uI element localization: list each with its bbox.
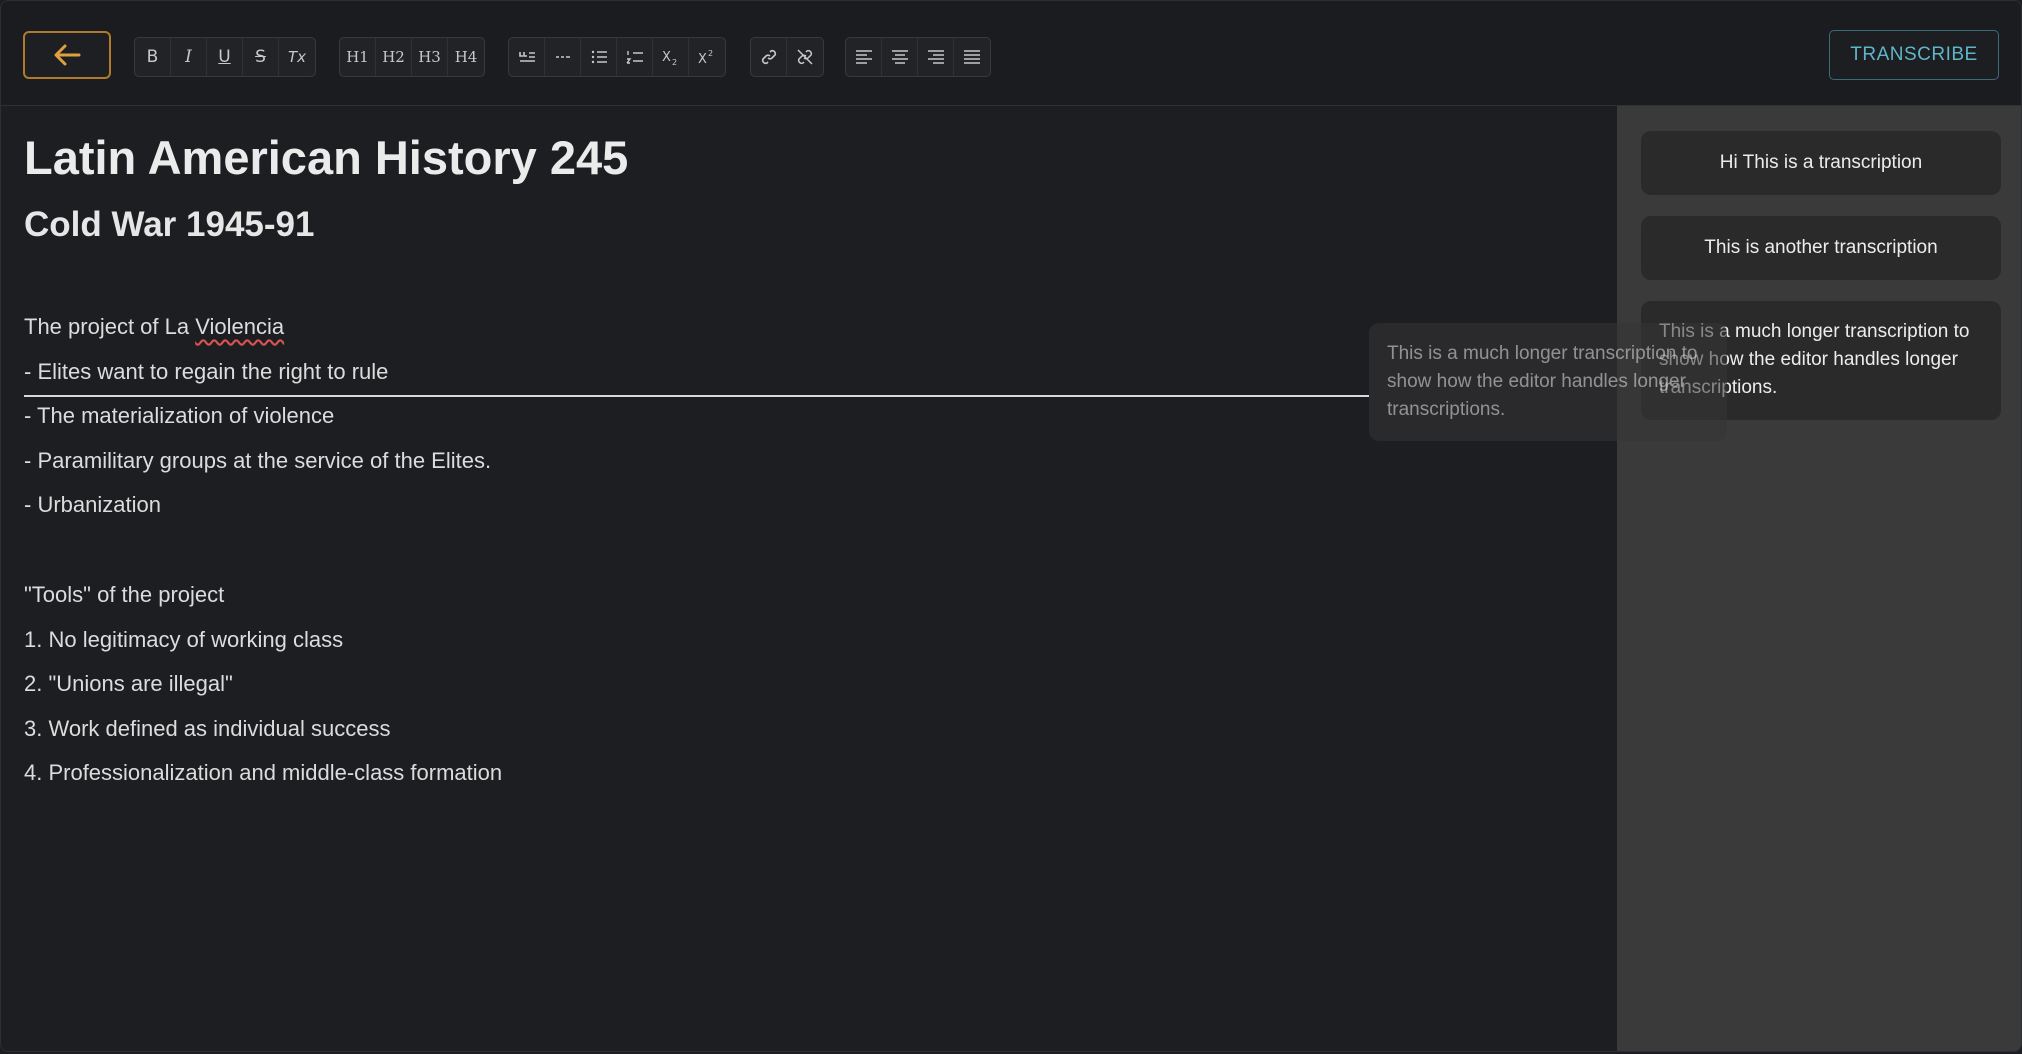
align-right-button[interactable] [918,38,954,76]
block-format-group: X2 X2 [508,37,726,77]
h1-button[interactable]: H1 [340,38,376,76]
list-line[interactable]: - Paramilitary groups at the service of … [24,448,491,474]
align-justify-button[interactable] [954,38,990,76]
link-button[interactable] [751,38,787,76]
align-center-button[interactable] [882,38,918,76]
numbered-line[interactable]: 3. Work defined as individual success [24,716,390,742]
italic-button[interactable]: I [171,38,207,76]
arrow-left-icon [54,44,81,66]
alignment-group [845,37,991,77]
clear-format-button[interactable]: Tx [279,38,315,76]
h2-button[interactable]: H2 [376,38,412,76]
bold-button[interactable]: B [135,38,171,76]
numbered-line[interactable]: 1. No legitimacy of working class [24,627,343,653]
app-window: B I U S Tx H1 H2 H3 H4 X 2 X 2 TRANSCRIB… [0,0,2022,1052]
h4-button[interactable]: H4 [448,38,484,76]
text-format-group: B I U S Tx [134,37,316,77]
document-subtitle[interactable]: Cold War 1945-91 [24,205,314,245]
subscript-icon: X2 [662,50,677,66]
superscript-button[interactable]: X2 [689,38,725,76]
horizontal-rule-icon [555,56,570,58]
align-right-icon [927,50,944,64]
align-justify-icon [964,50,980,64]
list-line[interactable]: - Elites want to regain the right to rul… [24,359,388,385]
svg-text:X: X [662,50,671,65]
misspelled-word: Violencia [195,314,285,339]
strikethrough-button[interactable]: S [243,38,279,76]
svg-text:X: X [698,52,707,66]
svg-text:2: 2 [672,58,677,66]
drop-indicator-line [24,395,1369,397]
align-center-icon [891,50,908,64]
transcription-card[interactable]: Hi This is a transcription [1641,131,2001,195]
list-line[interactable]: - Urbanization [24,492,161,518]
back-button[interactable] [23,31,111,79]
bullet-list-icon [591,50,607,64]
tools-heading-line[interactable]: "Tools" of the project [24,582,224,608]
svg-text:2: 2 [708,49,713,58]
numbered-list-button[interactable] [617,38,653,76]
unlink-button[interactable] [787,38,823,76]
list-line[interactable]: - The materialization of violence [24,403,334,429]
superscript-icon: X2 [698,49,713,66]
h3-button[interactable]: H3 [412,38,448,76]
numbered-line[interactable]: 2. "Unions are illegal" [24,671,233,697]
quote-icon [518,52,535,62]
align-left-icon [855,50,872,64]
heading-group: H1 H2 H3 H4 [339,37,485,77]
link-group [750,37,824,77]
dragged-transcription-ghost[interactable]: This is a much longer transcription to s… [1369,323,1727,441]
transcription-card[interactable]: This is another transcription [1641,216,2001,280]
bullet-list-button[interactable] [581,38,617,76]
underline-button[interactable]: U [207,38,243,76]
blockquote-button[interactable] [509,38,545,76]
document-editor[interactable]: Latin American History 245 Cold War 1945… [1,106,1617,1051]
transcribe-button[interactable]: TRANSCRIBE [1829,30,1999,80]
editor-toolbar: B I U S Tx H1 H2 H3 H4 X 2 X 2 TRANSCRIB… [1,1,2021,106]
numbered-line[interactable]: 4. Professionalization and middle-class … [24,760,502,786]
numbered-list-icon [625,51,643,64]
link-icon [761,49,776,65]
horizontal-rule-button[interactable] [545,38,581,76]
transcriptions-sidebar: Hi This is a transcription This is anoth… [1617,106,2021,1051]
document-title[interactable]: Latin American History 245 [24,130,628,185]
paragraph-intro[interactable]: The project of La Violencia [24,314,284,340]
align-left-button[interactable] [846,38,882,76]
unlink-icon [797,49,813,65]
subscript-button[interactable]: X2 [653,38,689,76]
